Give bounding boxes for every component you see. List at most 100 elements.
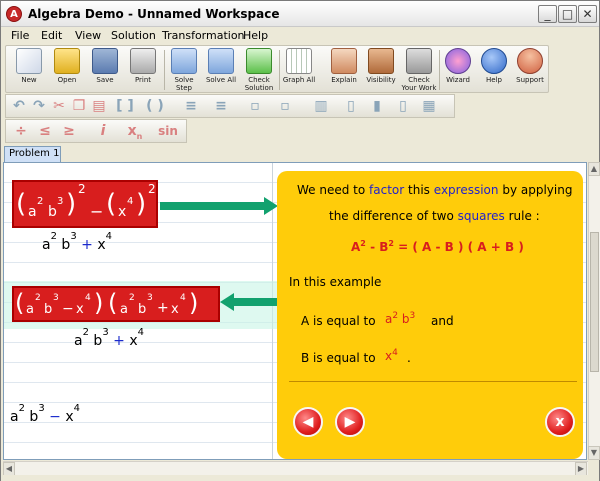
greater-equal-symbol[interactable]: ≥ (60, 123, 78, 139)
toolbar-separator (164, 50, 165, 90)
panel-divider (289, 381, 577, 382)
panel-line-2: the difference of two squares rule : (329, 209, 540, 223)
tab-problem-1[interactable]: Problem 1 (4, 146, 61, 162)
menu-file[interactable]: File (11, 29, 29, 42)
close-panel-button[interactable]: x (545, 407, 575, 437)
down-arrow-icon (171, 48, 197, 74)
box-dots-icon[interactable]: ▫ (276, 98, 294, 114)
floppy-icon (92, 48, 118, 74)
save-button[interactable]: Save (86, 48, 124, 92)
menu-solution[interactable]: Solution (111, 29, 156, 42)
brackets-icon[interactable]: [ ] (116, 98, 134, 114)
split-icon[interactable]: ▮ (368, 98, 386, 114)
align-center-icon[interactable]: ≡ (212, 98, 230, 114)
expression-result-1[interactable]: a2 b3 + x4 (42, 231, 112, 253)
expression-result-2[interactable]: a2 b3 + x4 (74, 327, 144, 349)
format-toolbar: ↶ ↷ ✂ ❐ ▤ [ ] ( ) ≡ ≡ ▫ ▫ ▥ ▯ ▮ ▯ ▦ (5, 94, 455, 118)
scroll-down-arrow[interactable]: ▼ (588, 446, 600, 460)
divide-symbol[interactable]: ÷ (12, 123, 30, 139)
check-solution-button[interactable]: Check Solution (240, 48, 278, 92)
explain-icon (331, 48, 357, 74)
box-select-icon[interactable]: ▫ (246, 98, 264, 114)
solve-step-button[interactable]: Solve Step (166, 48, 202, 92)
sin-function[interactable]: sin (154, 123, 182, 139)
status-bar (1, 475, 599, 481)
next-step-button[interactable]: ▶ (335, 407, 365, 437)
solve-all-button[interactable]: Solve All (202, 48, 240, 92)
visibility-button[interactable]: Visibility (362, 48, 400, 92)
app-logo-icon: A (6, 6, 22, 22)
support-button[interactable]: Support (512, 48, 548, 92)
copy-icon[interactable]: ❐ (70, 98, 88, 114)
menu-edit[interactable]: Edit (41, 29, 62, 42)
cut-icon[interactable]: ✂ (50, 98, 68, 114)
paste-icon[interactable]: ▤ (90, 98, 108, 114)
checkmark-icon (246, 48, 272, 74)
explanation-panel: We need to factor this expression by app… (277, 171, 583, 459)
check-your-work-button[interactable]: Check Your Work (400, 48, 438, 92)
help-question-icon (481, 48, 507, 74)
matrix-icon[interactable]: ▥ (312, 98, 330, 114)
horizontal-scrollbar[interactable]: ◀ ▶ (3, 461, 588, 476)
maximize-button[interactable]: □ (558, 5, 577, 23)
parentheses-icon[interactable]: ( ) (146, 98, 164, 114)
menu-help[interactable]: Help (243, 29, 268, 42)
print-button[interactable]: Print (124, 48, 162, 92)
expression-box-difference[interactable]: ( a 2 b 3 ) 2 − ( x 4 ) 2 (12, 180, 158, 228)
period: . (407, 351, 411, 365)
menu-transformation[interactable]: Transformation (162, 29, 245, 42)
printer-icon (130, 48, 156, 74)
app-window: A Algebra Demo - Unnamed Workspace _ □ ✕… (0, 0, 600, 481)
scroll-left-arrow[interactable]: ◀ (3, 462, 15, 476)
panel-line-1: We need to factor this expression by app… (297, 183, 573, 197)
problem-tab-strip: Problem 1 (1, 144, 599, 162)
layout-icon[interactable]: ▯ (394, 98, 412, 114)
graph-all-button[interactable]: Graph All (280, 48, 318, 92)
new-file-icon (16, 48, 42, 74)
wrench-icon (406, 48, 432, 74)
close-window-button[interactable]: ✕ (578, 5, 597, 23)
wizard-wand-icon (445, 48, 471, 74)
open-button[interactable]: Open (48, 48, 86, 92)
arrow-to-panel-head (264, 197, 278, 215)
grid-icon[interactable]: ▦ (420, 98, 438, 114)
and-label: and (431, 314, 454, 328)
expression-box-factored[interactable]: ( a 2 b 3 − x 4 ) ( a 2 b 3 + x 4 ) (12, 286, 220, 322)
b-equals-label: B is equal to (301, 351, 376, 365)
title-bar[interactable]: A Algebra Demo - Unnamed Workspace _ □ ✕ (1, 1, 599, 27)
a-equals-label: A is equal to (301, 314, 376, 328)
support-person-icon (517, 48, 543, 74)
info-symbol[interactable]: i (94, 123, 112, 139)
arrow-from-panel (233, 298, 280, 306)
subscript-x-symbol[interactable]: xn (126, 123, 144, 141)
redo-icon[interactable]: ↷ (30, 98, 48, 114)
arrow-from-panel-head (220, 293, 234, 311)
arrow-to-panel (160, 202, 266, 210)
undo-icon[interactable]: ↶ (10, 98, 28, 114)
menu-bar: File Edit View Solution Transformation H… (1, 27, 599, 44)
menu-view[interactable]: View (75, 29, 101, 42)
graph-icon (286, 48, 312, 74)
visibility-icon (368, 48, 394, 74)
difference-of-squares-rule: A2 - B2 = ( A - B ) ( A + B ) (351, 239, 524, 254)
vertical-scrollbar[interactable]: ▲ ▼ (588, 162, 600, 460)
scroll-right-arrow[interactable]: ▶ (575, 462, 587, 476)
column-icon[interactable]: ▯ (342, 98, 360, 114)
minimize-button[interactable]: _ (538, 5, 557, 23)
b-value: x4 (385, 348, 398, 363)
previous-step-button[interactable]: ◀ (293, 407, 323, 437)
symbols-toolbar: ÷ ≤ ≥ i xn sin (5, 119, 187, 143)
new-button[interactable]: New (10, 48, 48, 92)
align-icon[interactable]: ≡ (182, 98, 200, 114)
explain-button[interactable]: Explain (326, 48, 362, 92)
main-toolbar: New Open Save Print Solve Step Solve All… (5, 45, 549, 93)
expression-3[interactable]: a2 b3 − x4 (10, 403, 80, 425)
wizard-button[interactable]: Wizard (440, 48, 476, 92)
less-equal-symbol[interactable]: ≤ (36, 123, 54, 139)
help-button[interactable]: Help (476, 48, 512, 92)
in-this-example-label: In this example (289, 275, 382, 289)
a-value: a2 b3 (385, 311, 416, 326)
vertical-scroll-thumb[interactable] (590, 232, 599, 372)
scroll-up-arrow[interactable]: ▲ (588, 162, 600, 176)
folder-icon (54, 48, 80, 74)
